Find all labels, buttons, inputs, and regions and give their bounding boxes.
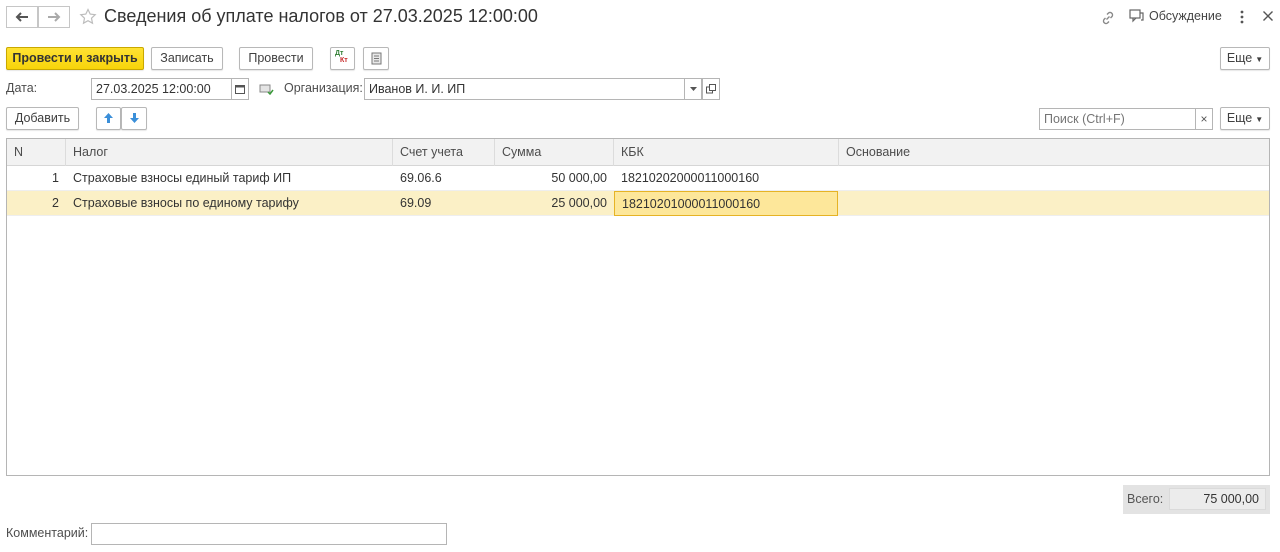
cell-sum[interactable]: 50 000,00 — [495, 166, 614, 191]
organization-open-button[interactable] — [702, 78, 720, 100]
calendar-button[interactable] — [231, 78, 249, 100]
favorite-button[interactable] — [79, 8, 97, 29]
date-label: Дата: — [6, 81, 38, 95]
comment-label: Комментарий: — [6, 526, 89, 540]
move-down-button[interactable] — [121, 107, 147, 130]
discussion-icon — [1129, 9, 1144, 23]
save-button[interactable]: Записать — [151, 47, 223, 70]
column-header-kbk[interactable]: КБК — [614, 139, 839, 166]
back-button[interactable] — [6, 6, 38, 28]
document-report-button[interactable] — [363, 47, 389, 70]
forward-button[interactable] — [38, 6, 70, 28]
move-down-icon — [129, 113, 139, 123]
organization-dropdown-button[interactable] — [684, 78, 702, 100]
discussion-button[interactable]: Обсуждение — [1129, 9, 1222, 23]
move-up-icon — [104, 113, 113, 123]
cell-kbk-active[interactable]: 18210201000011000160 — [614, 191, 838, 216]
table-row-selected[interactable]: 2 Страховые взносы по единому тарифу 69.… — [7, 191, 1269, 216]
page-title: Сведения об уплате налогов от 27.03.2025… — [104, 6, 538, 26]
org-icon-wrap — [259, 83, 274, 98]
close-icon — [1263, 11, 1273, 21]
search-input[interactable] — [1039, 108, 1196, 130]
dropdown-icon — [689, 86, 697, 91]
add-row-button[interactable]: Добавить — [6, 107, 79, 130]
cell-basis[interactable] — [839, 191, 1269, 216]
post-and-close-button[interactable]: Провести и закрыть — [6, 47, 144, 70]
search-clear-button[interactable]: × — [1195, 108, 1213, 130]
table-header: N Налог Счет учета Сумма КБК Основание — [7, 139, 1269, 166]
post-button[interactable]: Провести — [239, 47, 313, 70]
close-button[interactable] — [1262, 10, 1274, 25]
link-button[interactable] — [1100, 10, 1116, 29]
cell-tax[interactable]: Страховые взносы по единому тарифу — [66, 191, 393, 216]
open-form-icon — [706, 84, 716, 94]
calendar-icon — [235, 85, 245, 94]
move-up-button[interactable] — [96, 107, 121, 130]
taxes-table[interactable]: N Налог Счет учета Сумма КБК Основание 1… — [6, 138, 1270, 476]
link-icon — [1102, 11, 1114, 25]
cell-n: 2 — [52, 196, 59, 210]
cell-n: 1 — [52, 171, 59, 185]
more-menu-button[interactable] — [1236, 9, 1248, 28]
star-icon — [79, 8, 97, 25]
dropdown-arrow-icon: ▼ — [1255, 115, 1264, 124]
discussion-label: Обсуждение — [1149, 9, 1222, 23]
cell-sum[interactable]: 25 000,00 — [495, 191, 614, 216]
org-icon — [259, 84, 274, 96]
cell-kbk[interactable]: 18210202000011000160 — [614, 166, 839, 191]
total-label: Всего: — [1127, 492, 1164, 506]
column-header-account[interactable]: Счет учета — [393, 139, 495, 166]
kebab-menu-icon — [1240, 10, 1244, 24]
organization-field[interactable]: Иванов И. И. ИП — [364, 78, 685, 100]
dt-kt-button[interactable]: Дт Кт — [330, 47, 355, 70]
column-header-n[interactable]: N — [7, 139, 66, 166]
organization-label: Организация: — [284, 81, 363, 95]
dropdown-arrow-icon: ▼ — [1255, 55, 1264, 64]
back-arrow-icon — [15, 12, 28, 22]
column-header-basis[interactable]: Основание — [839, 139, 1269, 166]
total-value: 75 000,00 — [1169, 488, 1266, 510]
forward-arrow-icon — [48, 12, 61, 22]
cell-account[interactable]: 69.06.6 — [393, 166, 495, 191]
cell-account[interactable]: 69.09 — [393, 191, 495, 216]
table-more-button[interactable]: Еще ▼ — [1220, 107, 1270, 130]
cell-tax[interactable]: Страховые взносы единый тариф ИП — [66, 166, 393, 191]
cell-basis[interactable] — [839, 166, 1269, 191]
more-button[interactable]: Еще ▼ — [1220, 47, 1270, 70]
comment-field[interactable] — [91, 523, 447, 545]
dt-kt-icon: Дт Кт — [335, 50, 348, 64]
document-icon — [371, 52, 381, 65]
date-field[interactable]: 27.03.2025 12:00:00 — [91, 78, 232, 100]
total-box: Всего: 75 000,00 — [1123, 485, 1270, 514]
column-header-sum[interactable]: Сумма — [495, 139, 614, 166]
column-header-tax[interactable]: Налог — [66, 139, 393, 166]
table-row[interactable]: 1 Страховые взносы единый тариф ИП 69.06… — [7, 166, 1269, 191]
